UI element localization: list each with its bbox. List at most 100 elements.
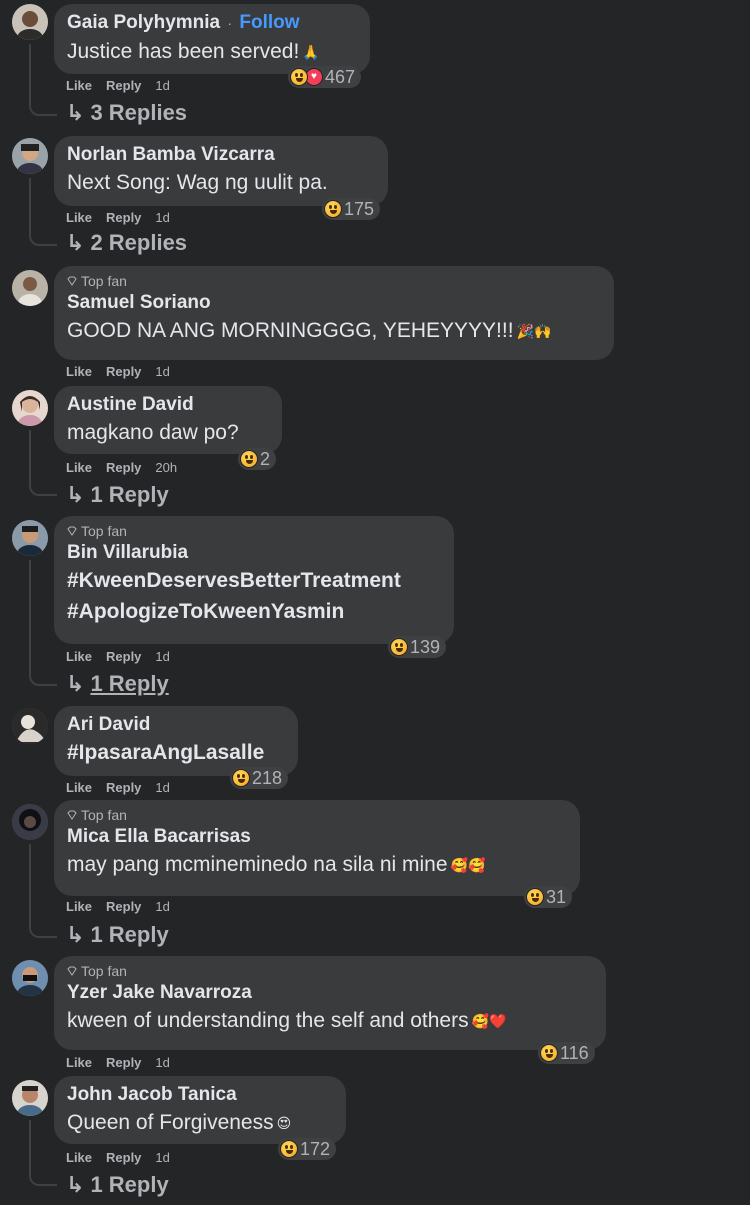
reaction-summary[interactable]: 175: [322, 198, 381, 220]
avatar[interactable]: [12, 138, 48, 174]
comment-text: kween of understanding the self and othe…: [67, 1009, 469, 1032]
reply-button[interactable]: Reply: [106, 780, 141, 795]
top-fan-gem-icon: [67, 810, 77, 820]
top-fan-badge: Top fan: [67, 962, 592, 980]
timestamp[interactable]: 1d: [155, 780, 169, 795]
badge-label: Top fan: [81, 963, 127, 979]
view-replies-link[interactable]: ↳ 2 Replies: [66, 230, 187, 256]
emoji: 🥰🥰: [450, 856, 486, 873]
timestamp[interactable]: 1d: [155, 210, 169, 225]
thread-line: [29, 1120, 57, 1186]
author-name[interactable]: Austine David: [67, 392, 268, 417]
author-name[interactable]: Samuel Soriano: [67, 290, 600, 315]
reply-button[interactable]: Reply: [106, 364, 141, 379]
emoji: 🙏: [302, 43, 320, 60]
reply-button[interactable]: Reply: [106, 78, 141, 93]
comment-text: Queen of Forgiveness: [67, 1111, 274, 1134]
haha-reaction-icon: [232, 769, 250, 787]
author-name[interactable]: Norlan Bamba Vizcarra: [67, 142, 374, 167]
emoji: 🥰❤️: [471, 1012, 507, 1029]
author-name[interactable]: Bin Villarubia: [67, 540, 440, 565]
top-fan-badge: Top fan: [67, 522, 440, 540]
reaction-summary[interactable]: 218: [230, 767, 289, 789]
replies-label: 1 Reply: [90, 922, 169, 947]
avatar[interactable]: [12, 960, 48, 996]
timestamp[interactable]: 1d: [155, 78, 169, 93]
view-replies-link[interactable]: ↳ 1 Reply: [66, 671, 169, 697]
haha-reaction-icon: [280, 1140, 298, 1158]
reaction-summary[interactable]: 31: [524, 886, 573, 908]
avatar[interactable]: [12, 1080, 48, 1116]
view-replies-link[interactable]: ↳ 1 Reply: [66, 482, 169, 508]
haha-reaction-icon: [526, 888, 544, 906]
avatar[interactable]: [12, 708, 48, 744]
timestamp[interactable]: 1d: [155, 1055, 169, 1070]
timestamp[interactable]: 1d: [155, 364, 169, 379]
haha-reaction-icon: [540, 1044, 558, 1062]
thread-line: [29, 844, 57, 938]
like-button[interactable]: Like: [66, 78, 92, 93]
reaction-summary[interactable]: ♥ 467: [288, 66, 362, 88]
comment-hashtag[interactable]: #IpasaraAngLasalle: [67, 737, 284, 768]
like-button[interactable]: Like: [66, 460, 92, 475]
comment-text: may pang mcmineminedo na sila ni mine: [67, 853, 448, 876]
replies-label: 1 Reply: [90, 1172, 169, 1197]
follow-button[interactable]: Follow: [239, 12, 299, 33]
timestamp[interactable]: 1d: [155, 649, 169, 664]
author-name[interactable]: Mica Ella Bacarrisas: [67, 824, 566, 849]
avatar[interactable]: [12, 520, 48, 556]
reply-button[interactable]: Reply: [106, 460, 141, 475]
comment-hashtag[interactable]: #KweenDeservesBetterTreatment: [67, 565, 440, 596]
reaction-count: 116: [560, 1042, 589, 1063]
like-button[interactable]: Like: [66, 364, 92, 379]
thread-line: [29, 44, 57, 116]
avatar[interactable]: [12, 270, 48, 306]
comment-bubble: Top fan Bin Villarubia #KweenDeservesBet…: [54, 516, 454, 644]
avatar[interactable]: [12, 390, 48, 426]
comment-bubble: Gaia Polyhymnia · Follow Justice has bee…: [54, 4, 370, 74]
reaction-summary[interactable]: 2: [238, 448, 277, 470]
comment-hashtag[interactable]: #ApologizeToKweenYasmin: [67, 596, 440, 627]
like-button[interactable]: Like: [66, 780, 92, 795]
thread-line: [29, 430, 57, 496]
reply-button[interactable]: Reply: [106, 1055, 141, 1070]
reply-arrow-icon: ↳: [66, 671, 85, 696]
replies-label: 1 Reply: [90, 482, 169, 507]
badge-label: Top fan: [81, 523, 127, 539]
like-button[interactable]: Like: [66, 649, 92, 664]
author-name[interactable]: Ari David: [67, 712, 284, 737]
author-name[interactable]: John Jacob Tanica: [67, 1082, 332, 1107]
like-button[interactable]: Like: [66, 210, 92, 225]
timestamp[interactable]: 20h: [155, 460, 177, 475]
reply-button[interactable]: Reply: [106, 1150, 141, 1165]
view-replies-link[interactable]: ↳ 1 Reply: [66, 1172, 169, 1198]
like-button[interactable]: Like: [66, 899, 92, 914]
reply-button[interactable]: Reply: [106, 899, 141, 914]
comment-bubble: Norlan Bamba Vizcarra Next Song: Wag ng …: [54, 136, 388, 206]
view-replies-link[interactable]: ↳ 3 Replies: [66, 100, 187, 126]
avatar[interactable]: [12, 4, 48, 40]
timestamp[interactable]: 1d: [155, 899, 169, 914]
timestamp[interactable]: 1d: [155, 1150, 169, 1165]
like-button[interactable]: Like: [66, 1055, 92, 1070]
view-replies-link[interactable]: ↳ 1 Reply: [66, 922, 169, 948]
badge-label: Top fan: [81, 273, 127, 289]
haha-reaction-icon: [290, 68, 308, 86]
haha-reaction-icon: [390, 638, 408, 656]
avatar[interactable]: [12, 804, 48, 840]
comment-actions: Like Reply 1d: [66, 1055, 170, 1070]
reply-button[interactable]: Reply: [106, 210, 141, 225]
reply-arrow-icon: ↳: [66, 1172, 85, 1197]
author-name[interactable]: Gaia Polyhymnia: [67, 12, 220, 33]
replies-label: 2 Replies: [90, 230, 188, 255]
comment-bubble: Austine David magkano daw po?: [54, 386, 282, 454]
author-name[interactable]: Yzer Jake Navarroza: [67, 980, 592, 1005]
reply-button[interactable]: Reply: [106, 649, 141, 664]
reaction-summary[interactable]: 139: [388, 636, 447, 658]
comment-actions: Like Reply 1d: [66, 364, 170, 379]
reaction-count: 172: [300, 1138, 331, 1159]
like-button[interactable]: Like: [66, 1150, 92, 1165]
reaction-summary[interactable]: 172: [278, 1138, 337, 1160]
comment-actions: Like Reply 1d: [66, 210, 170, 225]
reaction-summary[interactable]: 116: [538, 1042, 595, 1064]
